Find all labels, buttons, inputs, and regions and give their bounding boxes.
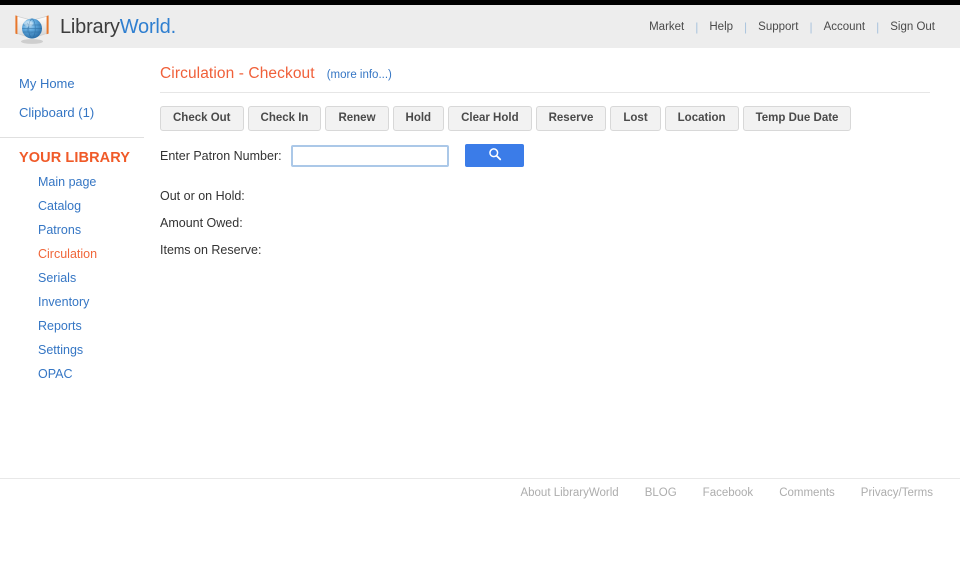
sidebar-item-circulation[interactable]: Circulation <box>0 242 152 266</box>
more-info-link[interactable]: (more info...) <box>327 69 392 81</box>
tab-check-in[interactable]: Check In <box>247 106 322 131</box>
topnav-item-help[interactable]: Help <box>698 21 744 33</box>
topnav-item-sign-out[interactable]: Sign Out <box>879 21 946 33</box>
brand-logo[interactable]: LibraryWorld. <box>12 7 176 47</box>
sidebar: My Home Clipboard (1) YOUR LIBRARY Main … <box>0 48 152 472</box>
sidebar-item-clipboard[interactable]: Clipboard (1) <box>0 98 152 127</box>
footer-link-comments[interactable]: Comments <box>766 487 848 499</box>
topnav-item-account[interactable]: Account <box>813 21 877 33</box>
list-item: Circulation <box>0 242 152 266</box>
sidebar-item-serials[interactable]: Serials <box>0 266 152 290</box>
page-header: LibraryWorld. Market | Help | Support | … <box>0 5 960 48</box>
list-item: Serials <box>0 266 152 290</box>
circulation-tab-bar: Check Out Check In Renew Hold Clear Hold… <box>160 106 950 131</box>
brand-name-part1: Library <box>60 15 120 38</box>
page-title-row: Circulation - Checkout (more info...) <box>160 48 950 83</box>
globe-book-logo-icon <box>12 9 52 45</box>
sidebar-item-inventory[interactable]: Inventory <box>0 290 152 314</box>
brand-dot: . <box>170 15 177 38</box>
sidebar-item-my-home[interactable]: My Home <box>0 69 152 98</box>
footer-link-about[interactable]: About LibraryWorld <box>507 487 631 499</box>
status-row-out-or-on-hold: Out or on Hold: <box>160 183 950 210</box>
tab-check-out[interactable]: Check Out <box>160 106 244 131</box>
patron-number-input[interactable] <box>291 144 449 167</box>
footer-link-privacy-terms[interactable]: Privacy/Terms <box>848 487 946 499</box>
list-item: Inventory <box>0 290 152 314</box>
patron-search-button[interactable] <box>465 144 524 167</box>
search-icon <box>488 147 502 164</box>
main-content: Circulation - Checkout (more info...) Ch… <box>160 48 950 264</box>
status-label-amount-owed: Amount Owed: <box>160 216 243 230</box>
brand-text: LibraryWorld. <box>60 16 176 39</box>
topnav-item-market[interactable]: Market <box>638 21 695 33</box>
status-label-out-or-on-hold: Out or on Hold: <box>160 189 245 203</box>
sidebar-item-reports[interactable]: Reports <box>0 314 152 338</box>
top-navigation: Market | Help | Support | Account | Sign… <box>638 5 946 48</box>
tab-reserve[interactable]: Reserve <box>535 106 607 131</box>
sidebar-item-catalog[interactable]: Catalog <box>0 194 152 218</box>
footer-link-blog[interactable]: BLOG <box>632 487 690 499</box>
sidebar-item-patrons[interactable]: Patrons <box>0 218 152 242</box>
sidebar-menu: Main page Catalog Patrons Circulation Se… <box>0 170 152 386</box>
sidebar-item-main-page[interactable]: Main page <box>0 170 152 194</box>
status-label-items-on-reserve: Items on Reserve: <box>160 243 262 257</box>
list-item: Patrons <box>0 218 152 242</box>
tab-lost[interactable]: Lost <box>610 106 661 131</box>
brand-name-part2: World <box>119 15 171 38</box>
topnav-item-support[interactable]: Support <box>747 21 809 33</box>
list-item: Settings <box>0 338 152 362</box>
patron-number-label: Enter Patron Number: <box>160 148 282 163</box>
list-item: OPAC <box>0 362 152 386</box>
tab-location[interactable]: Location <box>664 106 739 131</box>
tab-temp-due-date[interactable]: Temp Due Date <box>742 106 852 131</box>
patron-status-list: Out or on Hold: Amount Owed: Items on Re… <box>160 183 950 264</box>
tab-clear-hold[interactable]: Clear Hold <box>448 106 532 131</box>
footer-link-facebook[interactable]: Facebook <box>690 487 767 499</box>
tab-hold[interactable]: Hold <box>392 106 445 131</box>
title-divider <box>160 92 930 93</box>
page-title: Circulation - Checkout <box>160 65 315 82</box>
page-footer: About LibraryWorld BLOG Facebook Comment… <box>0 487 946 499</box>
sidebar-item-settings[interactable]: Settings <box>0 338 152 362</box>
sidebar-item-opac[interactable]: OPAC <box>0 362 152 386</box>
patron-entry-row: Enter Patron Number: <box>160 144 950 167</box>
list-item: Catalog <box>0 194 152 218</box>
tab-renew[interactable]: Renew <box>325 106 389 131</box>
footer-divider <box>0 478 960 479</box>
sidebar-heading-your-library: YOUR LIBRARY <box>19 150 131 166</box>
list-item: Main page <box>0 170 152 194</box>
status-row-items-on-reserve: Items on Reserve: <box>160 237 950 264</box>
list-item: Reports <box>0 314 152 338</box>
status-row-amount-owed: Amount Owed: <box>160 210 950 237</box>
